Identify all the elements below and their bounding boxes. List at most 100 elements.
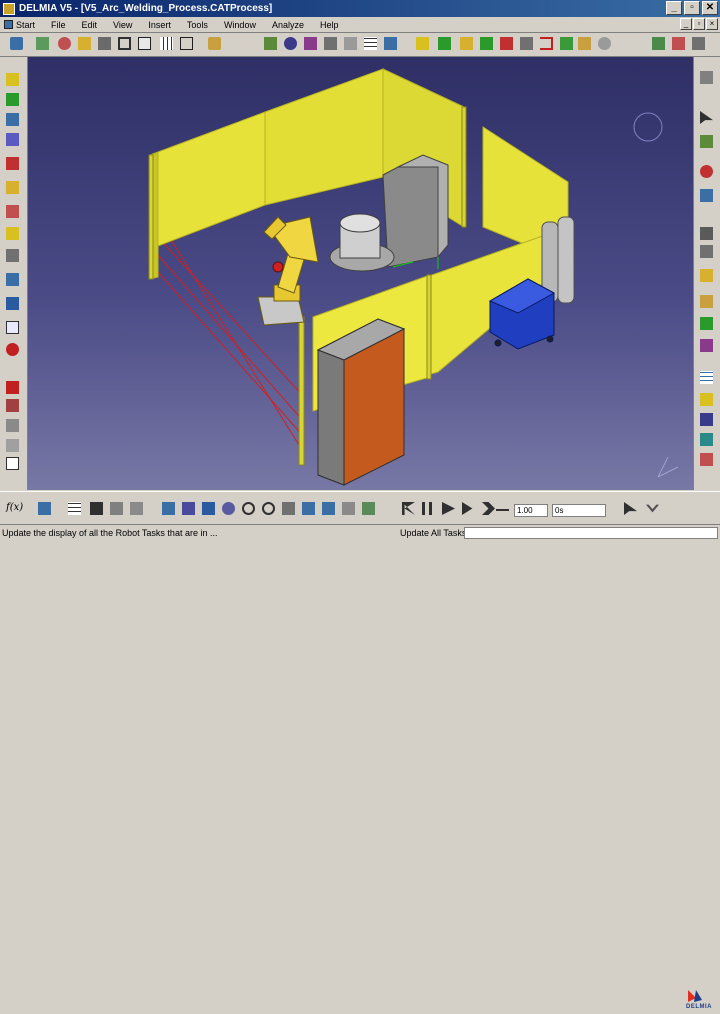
menu-file[interactable]: File [43, 20, 74, 30]
fly-icon[interactable] [160, 500, 178, 518]
section-icon[interactable] [698, 225, 716, 243]
distance-icon[interactable] [698, 187, 716, 205]
arc-icon[interactable] [498, 35, 516, 53]
grid-icon[interactable] [362, 35, 380, 53]
split-icon[interactable] [178, 35, 196, 53]
speed-field[interactable]: 1.00 [514, 504, 548, 517]
frame-of-interest-icon[interactable] [4, 271, 22, 289]
skip-end-icon[interactable] [460, 500, 478, 518]
close-button[interactable]: ✕ [702, 1, 718, 15]
device-icon[interactable] [4, 179, 22, 197]
home-position-icon[interactable] [4, 111, 22, 129]
link-icon[interactable] [650, 35, 668, 53]
snap-icon[interactable] [690, 35, 708, 53]
orient-icon[interactable] [576, 35, 594, 53]
spline-icon[interactable] [698, 411, 716, 429]
filter-icon-2[interactable] [128, 500, 146, 518]
tool-icon[interactable] [518, 35, 536, 53]
robot-motion-icon[interactable] [698, 267, 716, 285]
inverse-kin-icon[interactable] [698, 293, 716, 311]
menu-view[interactable]: View [105, 20, 140, 30]
collision-icon[interactable] [4, 155, 22, 173]
menu-analyze[interactable]: Analyze [264, 20, 312, 30]
offset-icon[interactable] [558, 35, 576, 53]
path-icon[interactable] [414, 35, 432, 53]
torch-icon[interactable] [458, 35, 476, 53]
formula-button[interactable]: f(x) [6, 502, 23, 513]
weld-icon[interactable] [478, 35, 496, 53]
menu-start[interactable]: Start [0, 20, 43, 30]
tag-group-icon[interactable] [4, 295, 22, 313]
menu-window[interactable]: Window [216, 20, 264, 30]
command-input[interactable] [464, 527, 718, 539]
process-icon[interactable] [8, 35, 26, 53]
move-icon[interactable] [116, 35, 134, 53]
table-view-icon[interactable] [66, 500, 84, 518]
select-arrow-icon[interactable] [698, 109, 716, 127]
teach-device-icon[interactable] [4, 91, 22, 109]
robot-jog-icon[interactable] [4, 71, 22, 89]
render-style-icon[interactable] [320, 500, 338, 518]
pointer-icon[interactable] [622, 500, 640, 518]
swap-icon[interactable] [698, 337, 716, 355]
approach-icon[interactable] [698, 431, 716, 449]
table-icon[interactable] [158, 35, 176, 53]
layer-icon[interactable] [88, 500, 106, 518]
house-icon[interactable] [4, 397, 22, 415]
pause-icon[interactable] [420, 500, 438, 518]
filter-icon[interactable] [698, 133, 716, 151]
menu-edit[interactable]: Edit [74, 20, 106, 30]
monitor-icon[interactable] [4, 417, 22, 435]
gun-icon[interactable] [4, 203, 22, 221]
frame-icon[interactable] [136, 35, 154, 53]
list-icon[interactable] [4, 319, 22, 337]
simulate-icon[interactable] [382, 35, 400, 53]
fit-all-icon[interactable] [180, 500, 198, 518]
resource-icon[interactable] [34, 35, 52, 53]
product-icon[interactable] [56, 35, 74, 53]
menu-insert[interactable]: Insert [140, 20, 179, 30]
clash-icon[interactable] [698, 163, 716, 181]
hide-show-icon[interactable] [340, 500, 358, 518]
rotate-icon[interactable] [220, 500, 238, 518]
library-icon[interactable] [342, 35, 360, 53]
tag-icon[interactable] [96, 35, 114, 53]
maximize-button[interactable]: ▫ [684, 1, 700, 15]
notes-icon[interactable] [4, 455, 22, 473]
motion-grid-icon[interactable] [698, 369, 716, 387]
jog-icon[interactable] [282, 35, 300, 53]
attach-icon[interactable] [670, 35, 688, 53]
zoom-in-icon[interactable] [240, 500, 258, 518]
weld-path-icon[interactable] [698, 391, 716, 409]
doc-restore-button[interactable]: ▫ [693, 18, 705, 30]
menu-help[interactable]: Help [312, 20, 347, 30]
reach-icon[interactable] [302, 35, 320, 53]
menu-tools[interactable]: Tools [179, 20, 216, 30]
skip-start-icon[interactable] [400, 500, 418, 518]
station-icon[interactable] [322, 35, 340, 53]
normal-view-icon[interactable] [280, 500, 298, 518]
play-icon[interactable] [440, 500, 458, 518]
copy-icon[interactable] [108, 500, 126, 518]
undo-icon[interactable] [36, 500, 54, 518]
bracket-icon[interactable] [538, 35, 556, 53]
delmia-app-icon[interactable] [3, 2, 15, 15]
teach-path-icon[interactable] [698, 315, 716, 333]
sensor-icon[interactable] [596, 35, 614, 53]
doc-minimize-button[interactable]: _ [680, 18, 692, 30]
seam-icon[interactable] [436, 35, 454, 53]
operation-icon[interactable] [4, 131, 22, 149]
retract-icon[interactable] [698, 451, 716, 469]
chevron-icon[interactable] [644, 500, 662, 518]
cell-icon[interactable] [4, 247, 22, 265]
teach-icon[interactable] [262, 35, 280, 53]
robot-icon[interactable] [4, 225, 22, 243]
delete-icon[interactable] [4, 379, 22, 397]
arrow-right-icon[interactable] [494, 500, 512, 518]
quick-view-icon[interactable] [300, 500, 318, 518]
zone-icon[interactable] [698, 243, 716, 261]
print-icon[interactable] [4, 437, 22, 455]
stop-icon[interactable] [4, 341, 22, 359]
robot-task-icon[interactable] [76, 35, 94, 53]
doc-close-button[interactable]: × [706, 18, 718, 30]
